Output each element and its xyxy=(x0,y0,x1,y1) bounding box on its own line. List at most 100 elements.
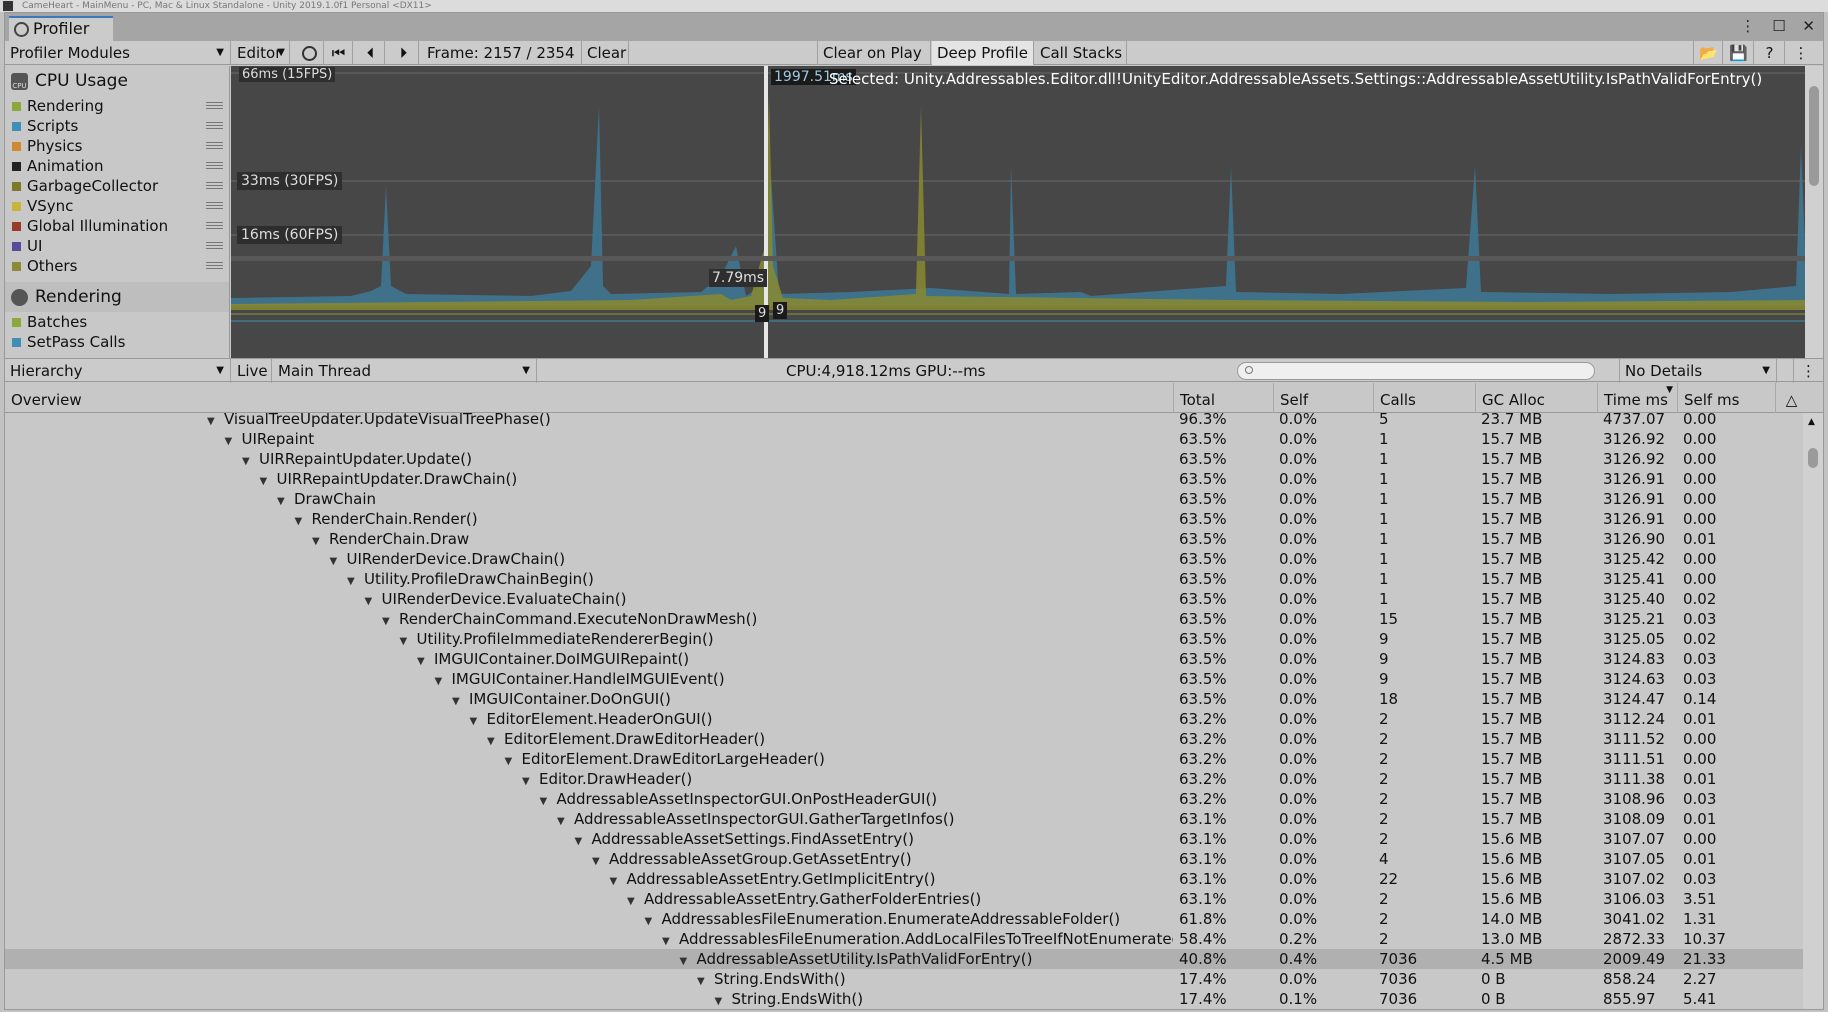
legend-item-global-illumination[interactable]: Global Illumination xyxy=(5,216,229,236)
legend-item-others[interactable]: Others xyxy=(5,256,229,276)
close-icon[interactable]: ✕ xyxy=(1802,17,1815,35)
table-row[interactable]: ▼ AddressableAssetUtility.IsPathValidForE… xyxy=(5,949,1805,969)
table-row[interactable]: ▼ EditorElement.DrawEditorLargeHeader() 63… xyxy=(5,749,1805,769)
graph-scrollbar-thumb[interactable] xyxy=(1809,86,1819,186)
legend-item-physics[interactable]: Physics xyxy=(5,136,229,156)
live-toggle[interactable]: Live xyxy=(232,359,272,383)
legend-item-ui[interactable]: UI xyxy=(5,236,229,256)
function-name: AddressableAssetEntry.GetImplicitEntry() xyxy=(626,870,936,888)
kebab-menu-icon[interactable]: ⋮ xyxy=(1740,17,1755,35)
table-row[interactable]: ▼ EditorElement.DrawEditorHeader() 63.2% 0.… xyxy=(5,729,1805,749)
deep-profile-button[interactable]: Deep Profile xyxy=(932,41,1034,65)
table-row[interactable]: ▼ String.EndsWith() 17.4% 0.0% 7036 0 B 858.24… xyxy=(5,969,1805,989)
table-row[interactable]: ▼ UIRepaint 63.5% 0.0% 1 15.7 MB 3126.92 0.00 xyxy=(5,429,1805,449)
drag-handle-icon[interactable] xyxy=(206,162,223,169)
cell-gc-alloc: 15.7 MB xyxy=(1481,450,1543,468)
graph-scrollbar[interactable] xyxy=(1805,66,1823,358)
scripts-area xyxy=(231,106,1807,306)
rendering-module[interactable]: Rendering xyxy=(5,282,229,312)
profiler-modules-dropdown[interactable]: Profiler Modules ▼ xyxy=(5,41,231,65)
drag-handle-icon[interactable] xyxy=(206,262,223,269)
clear-on-play-button[interactable]: Clear on Play xyxy=(817,41,931,65)
function-name: EditorElement.DrawEditorHeader() xyxy=(504,730,766,748)
target-dropdown[interactable]: Editor ▼ xyxy=(232,41,290,65)
table-row[interactable]: ▼ IMGUIContainer.DoOnGUI() 63.5% 0.0% 18 15.7… xyxy=(5,689,1805,709)
details-menu-button[interactable]: ⋮ xyxy=(1793,359,1823,383)
table-row[interactable]: ▼ AddressableAssetEntry.GetImplicitEntry(… xyxy=(5,869,1805,889)
legend-label: VSync xyxy=(27,197,74,215)
col-time-ms[interactable]: Time ms ▼ xyxy=(1597,383,1677,413)
legend-item-vsync[interactable]: VSync xyxy=(5,196,229,216)
load-button[interactable]: 📂 xyxy=(1693,41,1723,65)
tab-profiler[interactable]: Profiler xyxy=(9,16,113,41)
call-stacks-button[interactable]: Call Stacks xyxy=(1035,41,1127,65)
drag-handle-icon[interactable] xyxy=(206,142,223,149)
table-row[interactable]: ▼ AddressablesFileEnumeration.EnumerateAd… xyxy=(5,909,1805,929)
drag-handle-icon[interactable] xyxy=(206,102,223,109)
table-row[interactable]: ▼ Utility.ProfileDrawChainBegin() 63.5% 0.0… xyxy=(5,569,1805,589)
unity-logo-icon xyxy=(3,1,13,11)
warning-column[interactable]: △ xyxy=(1775,383,1807,413)
table-row[interactable]: ▼ UIRRepaintUpdater.DrawChain() 63.5% 0.0% 1… xyxy=(5,469,1805,489)
prev-frame-button[interactable]: ⏴ xyxy=(357,41,385,65)
drag-handle-icon[interactable] xyxy=(206,182,223,189)
col-calls[interactable]: Calls xyxy=(1373,383,1475,413)
table-row[interactable]: ▼ AddressableAssetInspectorGUI.GatherTarg… xyxy=(5,809,1805,829)
table-row[interactable]: ▼ EditorElement.HeaderOnGUI() 63.2% 0.0% 2 15… xyxy=(5,709,1805,729)
table-row[interactable]: ▼ AddressablesFileEnumeration.AddLocalFil… xyxy=(5,929,1805,949)
cpu-usage-module[interactable]: CPU CPU Usage xyxy=(5,66,229,96)
col-gc-alloc[interactable]: GC Alloc xyxy=(1475,383,1597,413)
drag-handle-icon[interactable] xyxy=(206,222,223,229)
search-field[interactable] xyxy=(1237,362,1595,380)
cpu-usage-graph[interactable]: 66ms (15FPS) 33ms (30FPS) 16ms (60FPS) 1… xyxy=(231,66,1807,358)
col-total[interactable]: Total xyxy=(1173,383,1273,413)
col-self-ms[interactable]: Self ms xyxy=(1677,383,1785,413)
table-row[interactable]: ▼ Utility.ProfileImmediateRendererBegin()… xyxy=(5,629,1805,649)
tree-scrollbar[interactable]: ▲ xyxy=(1803,413,1823,1009)
table-row[interactable]: ▼ Editor.DrawHeader() 63.2% 0.0% 2 15.7 MB 311… xyxy=(5,769,1805,789)
clear-button[interactable]: Clear xyxy=(581,41,629,65)
legend-item-scripts[interactable]: Scripts xyxy=(5,116,229,136)
table-row[interactable]: ▼ AddressableAssetSettings.FindAssetEntry… xyxy=(5,829,1805,849)
save-button[interactable]: 💾 xyxy=(1724,41,1754,65)
scroll-up-icon[interactable]: ▲ xyxy=(1808,417,1815,427)
details-dropdown[interactable]: No Details ▼ xyxy=(1619,359,1777,383)
table-row[interactable]: ▼ RenderChainCommand.ExecuteNonDrawMesh()… xyxy=(5,609,1805,629)
table-row[interactable]: ▼ IMGUIContainer.DoIMGUIRepaint() 63.5% 0.0… xyxy=(5,649,1805,669)
toolbar-menu-button[interactable]: ⋮ xyxy=(1786,41,1816,65)
maximize-icon[interactable]: ☐ xyxy=(1772,17,1785,35)
col-overview[interactable]: Overview xyxy=(5,383,1173,413)
table-row[interactable]: ▼ VisualTreeUpdater.UpdateVisualTreePhase… xyxy=(5,413,1805,429)
table-row[interactable]: ▼ UIRRepaintUpdater.Update() 63.5% 0.0% 1 15.… xyxy=(5,449,1805,469)
first-frame-button[interactable]: ⏮ xyxy=(325,41,353,65)
drag-handle-icon[interactable] xyxy=(206,242,223,249)
cell-total: 96.3% xyxy=(1179,413,1227,428)
legend-item-animation[interactable]: Animation xyxy=(5,156,229,176)
thread-dropdown[interactable]: Main Thread ▼ xyxy=(273,359,537,383)
cell-calls: 1 xyxy=(1379,430,1389,448)
view-mode-dropdown[interactable]: Hierarchy ▼ xyxy=(5,359,231,383)
next-frame-button[interactable]: ⏵ xyxy=(389,41,419,65)
legend-item-rendering[interactable]: Rendering xyxy=(5,96,229,116)
frame-counter: Frame: 2157 / 2354 xyxy=(427,44,575,62)
record-button[interactable] xyxy=(296,41,324,65)
legend-item-batches[interactable]: Batches xyxy=(5,312,229,332)
table-row[interactable]: ▼ AddressableAssetEntry.GatherFolderEntri… xyxy=(5,889,1805,909)
table-row[interactable]: ▼ String.EndsWith() 17.4% 0.1% 7036 0 B 855.97… xyxy=(5,989,1805,1009)
table-row[interactable]: ▼ AddressableAssetInspectorGUI.OnPostHead… xyxy=(5,789,1805,809)
tree-scrollbar-thumb[interactable] xyxy=(1808,448,1818,468)
expand-arrow-icon[interactable]: ▼ xyxy=(715,992,732,1009)
table-row[interactable]: ▼ UIRenderDevice.DrawChain() 63.5% 0.0% 1 15.… xyxy=(5,549,1805,569)
table-row[interactable]: ▼ AddressableAssetGroup.GetAssetEntry() 63… xyxy=(5,849,1805,869)
drag-handle-icon[interactable] xyxy=(206,122,223,129)
legend-item-setpass-calls[interactable]: SetPass Calls xyxy=(5,332,229,352)
col-self[interactable]: Self xyxy=(1273,383,1373,413)
help-button[interactable]: ? xyxy=(1755,41,1785,65)
drag-handle-icon[interactable] xyxy=(206,202,223,209)
table-row[interactable]: ▼ RenderChain.Draw 63.5% 0.0% 1 15.7 MB 3126.9… xyxy=(5,529,1805,549)
table-row[interactable]: ▼ DrawChain 63.5% 0.0% 1 15.7 MB 3126.91 0.00 xyxy=(5,489,1805,509)
table-row[interactable]: ▼ UIRenderDevice.EvaluateChain() 63.5% 0.0%… xyxy=(5,589,1805,609)
table-row[interactable]: ▼ IMGUIContainer.HandleIMGUIEvent() 63.5% 0… xyxy=(5,669,1805,689)
legend-item-garbagecollector[interactable]: GarbageCollector xyxy=(5,176,229,196)
table-row[interactable]: ▼ RenderChain.Render() 63.5% 0.0% 1 15.7 MB 31… xyxy=(5,509,1805,529)
